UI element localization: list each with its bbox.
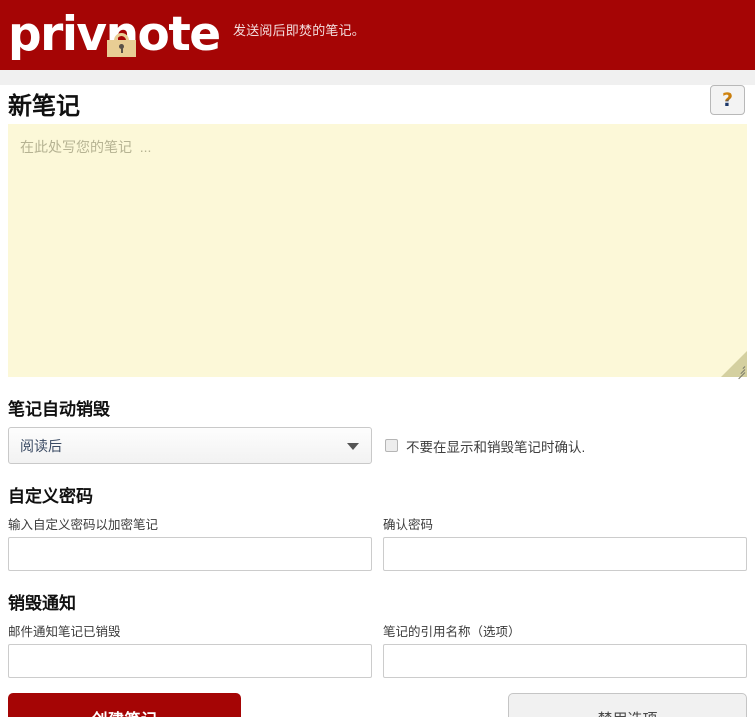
site-logo[interactable]: privnote (8, 5, 221, 63)
no-confirm-checkbox-label[interactable]: 不要在显示和销毁笔记时确认. (406, 436, 585, 456)
confirm-password-label: 确认密码 (383, 518, 434, 532)
notification-reference-col: 笔记的引用名称（选项） (383, 621, 747, 678)
disable-options-button[interactable]: 禁用选项 (508, 693, 747, 717)
notification-email-input[interactable] (8, 644, 372, 678)
site-header: privnote 发送阅后即焚的笔记。 (0, 0, 755, 70)
confirm-password-input[interactable] (383, 537, 747, 571)
notification-heading: 销毁通知 (8, 594, 76, 614)
no-confirm-checkbox-row[interactable]: 不要在显示和销毁笔记时确认. (384, 427, 747, 464)
password-col: 输入自定义密码以加密笔记 (8, 514, 375, 571)
autodestruct-heading: 笔记自动销毁 (8, 400, 110, 420)
no-confirm-checkbox[interactable] (384, 439, 398, 452)
password-row: 输入自定义密码以加密笔记 确认密码 (8, 514, 747, 571)
page-title: 新笔记 (8, 92, 80, 120)
password-input[interactable] (8, 537, 372, 571)
notification-reference-label: 笔记的引用名称（选项） (383, 625, 521, 639)
autodestruct-select[interactable]: 阅读后 (8, 427, 372, 464)
password-heading: 自定义密码 (8, 487, 93, 507)
question-mark-icon: ? (721, 88, 734, 111)
notification-reference-input[interactable] (383, 644, 747, 678)
page-title-row: 新笔记 ? (8, 85, 747, 125)
site-tagline: 发送阅后即焚的笔记。 (233, 23, 366, 38)
confirm-password-col: 确认密码 (383, 514, 747, 571)
help-button[interactable]: ? (710, 85, 745, 115)
footer-actions: 创建笔记 禁用选项 (8, 693, 747, 717)
autodestruct-checkbox-col: 不要在显示和销毁笔记时确认. (384, 427, 747, 464)
autodestruct-row: 阅读后 不要在显示和销毁笔记时确认. (8, 427, 747, 464)
header-divider-strip (0, 70, 755, 85)
note-editor (8, 124, 747, 380)
password-label: 输入自定义密码以加密笔记 (8, 518, 159, 532)
autodestruct-select-col: 阅读后 (8, 427, 376, 464)
padlock-icon (107, 33, 136, 57)
page-content: 新笔记 ? 笔记自动销毁 阅读后 不要在显示和销毁笔记时确认. 自定义密码 (0, 85, 755, 717)
notification-email-col: 邮件通知笔记已销毁 (8, 621, 375, 678)
notification-email-label: 邮件通知笔记已销毁 (8, 625, 121, 639)
create-note-button[interactable]: 创建笔记 (8, 693, 241, 717)
note-textarea[interactable] (8, 124, 747, 377)
notification-row: 邮件通知笔记已销毁 笔记的引用名称（选项） (8, 621, 747, 678)
